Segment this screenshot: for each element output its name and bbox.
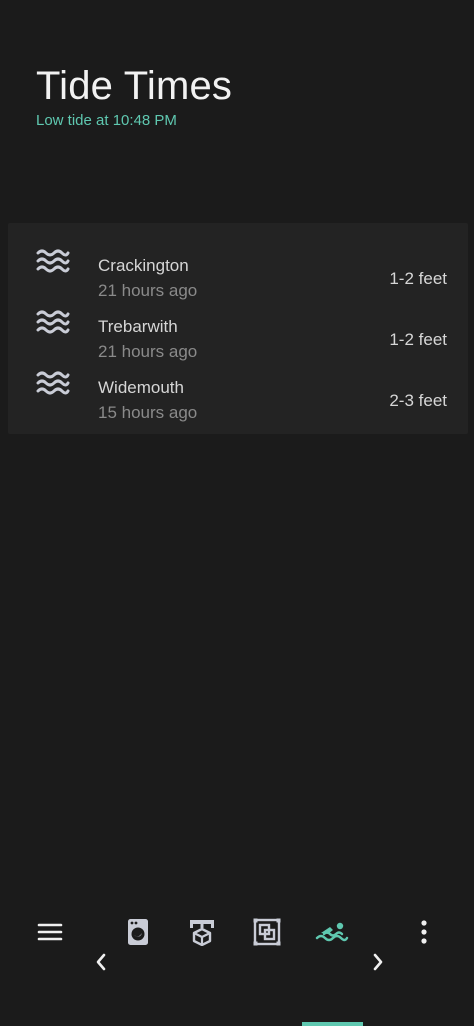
more-vert-icon [421,920,427,944]
tide-height: 1-2 feet [389,330,447,349]
updated-time: 21 hours ago [98,281,198,300]
menu-icon [37,923,63,941]
swim-tab-button[interactable] [312,912,352,952]
list-item-widemouth[interactable]: Widemouth 15 hours ago 2-3 feet [8,367,468,427]
bottom-navigation [0,900,474,1026]
swimmer-icon [315,922,349,942]
scroll-right-button[interactable] [358,942,398,982]
printer-3d-icon [190,920,214,946]
list-item-crackington[interactable]: Crackington 21 hours ago 1-2 feet [8,245,468,305]
waves-icon [36,249,70,273]
waves-icon [36,310,70,334]
updated-time: 21 hours ago [98,342,198,361]
printer-button[interactable] [182,912,222,952]
layers-icon [253,918,281,946]
waves-icon [36,371,70,395]
location-name: Crackington [98,256,189,275]
tide-height: 2-3 feet [389,391,447,410]
menu-button[interactable] [30,912,70,952]
updated-time: 15 hours ago [98,403,198,422]
location-name: Widemouth [98,378,184,397]
page-title: Tide Times [36,64,233,108]
chevron-right-icon [373,953,383,971]
chevron-left-icon [96,953,106,971]
page-subtitle: Low tide at 10:48 PM [36,112,177,129]
location-name: Trebarwith [98,317,178,336]
header: Tide Times Low tide at 10:48 PM [36,62,232,130]
tide-height: 1-2 feet [389,269,447,288]
more-options-button[interactable] [404,912,444,952]
list-item-trebarwith[interactable]: Trebarwith 21 hours ago 1-2 feet [8,306,468,366]
washing-machine-icon [128,919,148,945]
scroll-left-button[interactable] [81,942,121,982]
laundry-button[interactable] [118,912,158,952]
active-tab-indicator [302,1022,363,1026]
layers-button[interactable] [247,912,287,952]
tide-list-card: Crackington 21 hours ago 1-2 feet Trebar… [8,223,468,434]
